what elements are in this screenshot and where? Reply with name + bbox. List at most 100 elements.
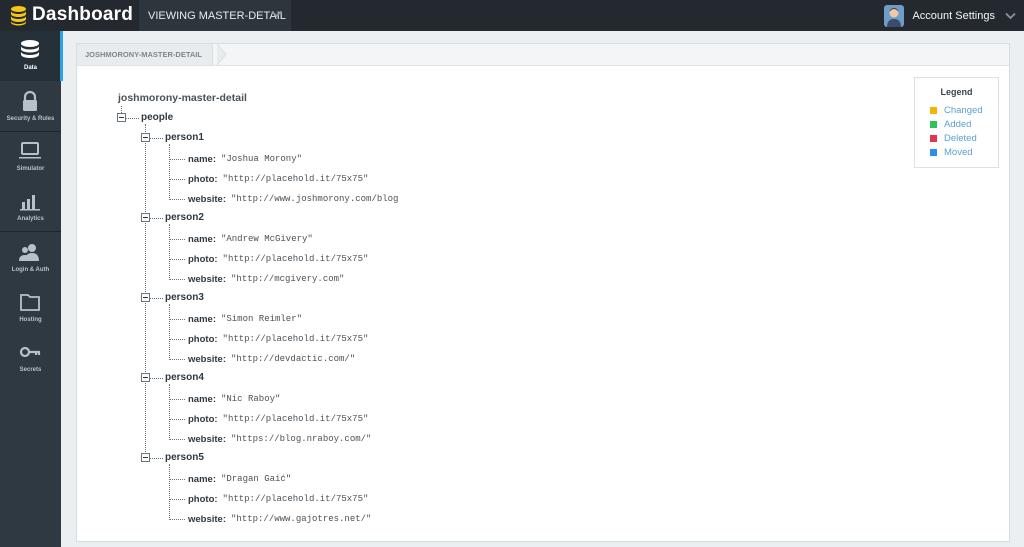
- leaf-value[interactable]: "http://mcgivery.com": [231, 274, 344, 284]
- tree-node-person3[interactable]: person3: [165, 292, 204, 303]
- leaf-value[interactable]: "http://www.gajotres.net/": [231, 514, 371, 524]
- tree-leaf-photo[interactable]: photo: "http://placehold.it/75x75": [188, 172, 368, 186]
- tree-connector: [169, 464, 170, 518]
- tree-node-people[interactable]: people: [141, 112, 173, 123]
- leaf-value[interactable]: "http://www.joshmorony.com/blog: [231, 194, 398, 204]
- brand[interactable]: Dashboard: [10, 4, 133, 26]
- legend-title: Legend: [940, 87, 973, 97]
- folder-icon: [20, 294, 40, 311]
- collapse-toggle-people[interactable]: [117, 113, 126, 122]
- users-icon: [19, 244, 39, 261]
- leaf-key: website:: [188, 433, 227, 445]
- collapse-toggle-person1[interactable]: [141, 133, 150, 142]
- tree-leaf-photo[interactable]: photo: "http://placehold.it/75x75": [188, 332, 368, 346]
- tree-connector: [169, 144, 170, 198]
- tree-leaf-name[interactable]: name: "Dragan Gaić": [188, 472, 291, 486]
- tree-leaf-photo[interactable]: photo: "http://placehold.it/75x75": [188, 492, 368, 506]
- sidebar-item-label: Hosting: [19, 317, 42, 323]
- sidebar-item-secrets[interactable]: Secrets: [0, 333, 61, 383]
- tree-node-person5[interactable]: person5: [165, 452, 204, 463]
- sidebar-item-simulator[interactable]: Simulator: [0, 132, 61, 182]
- avatar: [884, 4, 905, 27]
- tree-leaf-name[interactable]: name: "Simon Reimler": [188, 312, 302, 326]
- tree-connector: [150, 138, 163, 139]
- leaf-value[interactable]: "Dragan Gaić": [221, 474, 291, 484]
- tree-connector: [169, 224, 170, 278]
- collapse-toggle-person4[interactable]: [141, 373, 150, 382]
- tree-connector: [150, 218, 163, 219]
- leaf-value[interactable]: "http://placehold.it/75x75": [223, 174, 369, 184]
- collapse-toggle-person5[interactable]: [141, 453, 150, 462]
- tree-leaf-website[interactable]: website: "https://blog.nraboy.com/": [188, 432, 371, 446]
- leaf-value[interactable]: "http://placehold.it/75x75": [223, 414, 369, 424]
- leaf-value[interactable]: "http://placehold.it/75x75": [223, 334, 369, 344]
- tree-root-label[interactable]: joshmorony-master-detail: [118, 92, 247, 104]
- tree-connector: [169, 304, 170, 358]
- tree-connector: [169, 499, 185, 500]
- tree-leaf-website[interactable]: website: "http://devdactic.com/": [188, 352, 355, 366]
- bar-chart-icon: [20, 195, 40, 211]
- tree-leaf-name[interactable]: name: "Andrew McGivery": [188, 232, 313, 246]
- tree-connector: [126, 118, 139, 119]
- leaf-key: photo:: [188, 253, 218, 265]
- data-tree: joshmorony-master-detail people person1 nam…: [77, 44, 1009, 541]
- tree-connector: [169, 519, 185, 520]
- tree-leaf-website[interactable]: website: "http://www.gajotres.net/": [188, 512, 371, 526]
- legend: Legend Changed Added Deleted Moved: [914, 77, 999, 168]
- tree-leaf-photo[interactable]: photo: "http://placehold.it/75x75": [188, 252, 368, 266]
- leaf-value[interactable]: "Andrew McGivery": [221, 234, 313, 244]
- leaf-value[interactable]: "http://placehold.it/75x75": [223, 494, 369, 504]
- leaf-value[interactable]: "http://placehold.it/75x75": [223, 254, 369, 264]
- view-dropdown[interactable]: VIEWING MASTER-DETAIL: [139, 0, 291, 31]
- sidebar-item-label: Secrets: [19, 367, 42, 373]
- leaf-value[interactable]: "Nic Raboy": [221, 394, 280, 404]
- collapse-toggle-person2[interactable]: [141, 213, 150, 222]
- tree-connector: [150, 298, 163, 299]
- laptop-icon: [19, 142, 41, 159]
- leaf-key: website:: [188, 273, 227, 285]
- tree-leaf-name[interactable]: name: "Nic Raboy": [188, 392, 280, 406]
- leaf-value[interactable]: "Joshua Morony": [221, 154, 302, 164]
- leaf-value[interactable]: "https://blog.nraboy.com/": [231, 434, 371, 444]
- legend-item-added: Added: [930, 118, 971, 130]
- sidebar-item-label: Simulator: [16, 166, 45, 172]
- key-icon: [19, 346, 41, 358]
- legend-swatch: [930, 148, 937, 156]
- leaf-key: name:: [188, 313, 216, 325]
- sidebar-item-analytics[interactable]: Analytics: [0, 182, 61, 232]
- tree-leaf-photo[interactable]: photo: "http://placehold.it/75x75": [188, 412, 368, 426]
- sidebar-item-data[interactable]: Data: [0, 31, 63, 81]
- sidebar-item-label: Analytics: [17, 216, 44, 222]
- sidebar-item-label: Security & Rules: [6, 116, 55, 122]
- legend-label: Changed: [944, 104, 983, 116]
- tree-connector: [169, 239, 185, 240]
- sidebar-item-hosting[interactable]: Hosting: [0, 283, 61, 333]
- tree-leaf-name[interactable]: name: "Joshua Morony": [188, 152, 302, 166]
- leaf-key: name:: [188, 153, 216, 165]
- database-logo-icon: [11, 5, 26, 25]
- tree-connector: [169, 359, 185, 360]
- tree-leaf-website[interactable]: website: "http://www.joshmorony.com/blog: [188, 192, 398, 206]
- sidebar: Data Security & Rules Simulator Analytic…: [0, 31, 63, 547]
- lock-icon: [23, 90, 37, 111]
- sidebar-item-login-auth[interactable]: Login & Auth: [0, 233, 61, 283]
- tree-connector: [169, 439, 185, 440]
- leaf-value[interactable]: "http://devdactic.com/": [231, 354, 355, 364]
- chevron-down-icon: [1005, 12, 1016, 19]
- sidebar-item-label: Login & Auth: [11, 267, 50, 273]
- tree-leaf-website[interactable]: website: "http://mcgivery.com": [188, 272, 344, 286]
- tree-node-person2[interactable]: person2: [165, 212, 204, 223]
- tree-node-person4[interactable]: person4: [165, 372, 204, 383]
- collapse-toggle-person3[interactable]: [141, 293, 150, 302]
- tree-node-person1[interactable]: person1: [165, 132, 204, 143]
- legend-label: Deleted: [944, 132, 977, 144]
- account-menu[interactable]: Account Settings: [884, 0, 1024, 31]
- leaf-value[interactable]: "Simon Reimler": [221, 314, 302, 324]
- tree-connector: [169, 419, 185, 420]
- top-bar: Dashboard VIEWING MASTER-DETAIL Account …: [0, 0, 1024, 31]
- leaf-key: photo:: [188, 413, 218, 425]
- sidebar-item-security[interactable]: Security & Rules: [0, 82, 61, 132]
- tree-connector: [169, 479, 185, 480]
- legend-label: Moved: [944, 146, 973, 158]
- leaf-key: photo:: [188, 173, 218, 185]
